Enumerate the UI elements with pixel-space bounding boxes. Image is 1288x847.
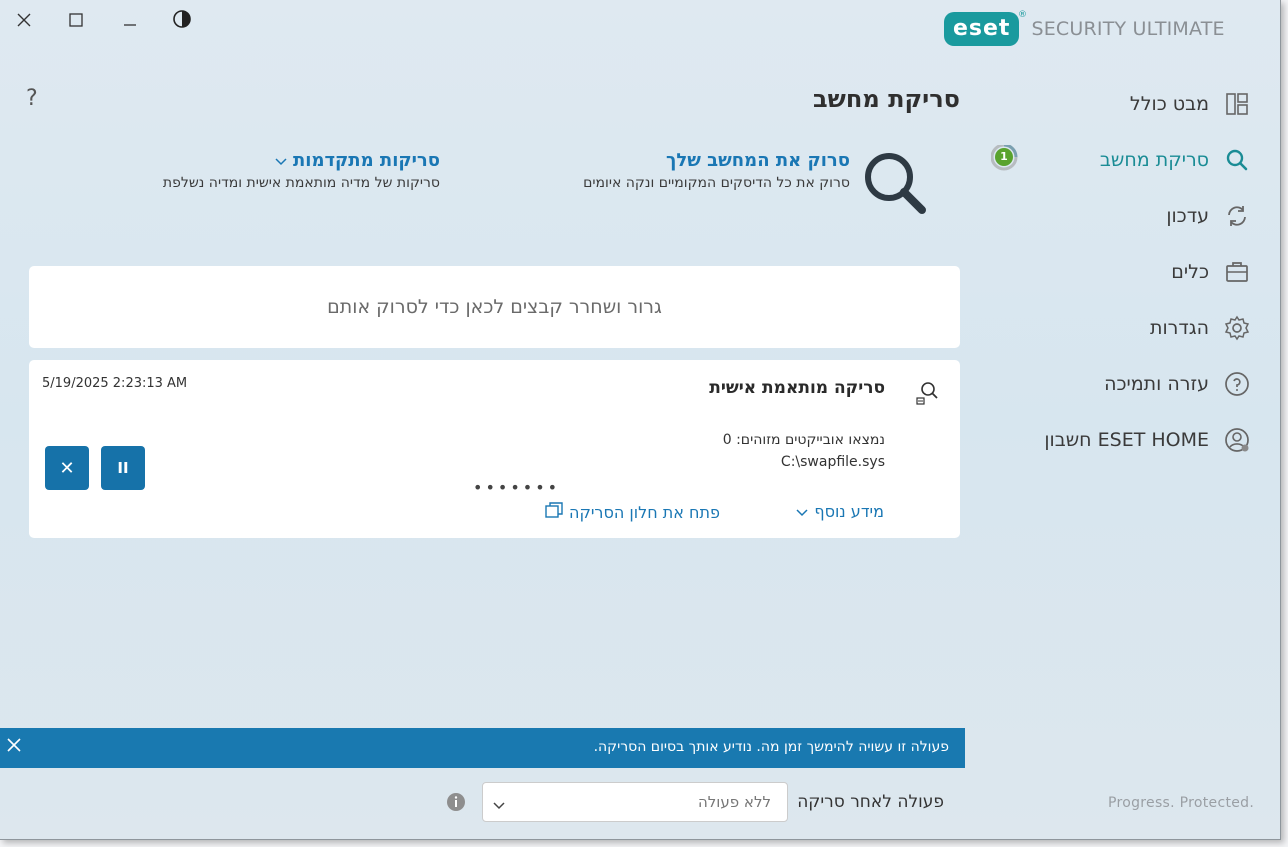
pause-icon: II — [117, 459, 129, 477]
sidebar-item-label: סריקת מחשב — [1099, 149, 1209, 171]
gear-icon — [1223, 314, 1251, 342]
sidebar-item-label: עזרה ותמיכה — [1104, 373, 1209, 395]
dashboard-icon — [1223, 90, 1251, 118]
sidebar-item-label: חשבון ESET HOME — [1044, 429, 1209, 451]
scan-timestamp: 5/19/2025 2:23:13 AM — [42, 376, 188, 391]
pause-scan-button[interactable]: II — [101, 446, 145, 490]
detected-objects: נמצאו אובייקטים מזוהים: 0 — [722, 432, 885, 448]
current-file-path: C:\swapfile.sys — [780, 454, 885, 470]
more-info-link[interactable]: מידע נוסף — [796, 502, 884, 521]
notification-bar: פעולה זו עשויה להימשך זמן מה. נודיע אותך… — [0, 728, 965, 768]
stop-scan-button[interactable]: ✕ — [45, 446, 89, 490]
product-name: SECURITY ULTIMATE — [1031, 18, 1225, 40]
sidebar-item-label: הגדרות — [1149, 317, 1209, 339]
info-icon[interactable] — [446, 792, 466, 816]
close-icon — [6, 738, 22, 757]
page-title: סריקת מחשב — [813, 85, 960, 113]
open-window-icon — [545, 502, 563, 522]
scan-magnifier-icon — [862, 150, 928, 220]
chevron-down-icon — [275, 150, 287, 171]
theme-toggle-button[interactable] — [169, 8, 195, 34]
file-dropzone[interactable]: גרור ושחרר קבצים לכאן כדי לסרוק אותם — [29, 266, 960, 348]
scan-count-badge: 1 — [995, 148, 1013, 166]
sidebar-item-label: מבט כולל — [1129, 93, 1209, 115]
sidebar-item-computer-scan[interactable]: 1 סריקת מחשב — [961, 140, 1251, 180]
sidebar-item-account[interactable]: חשבון ESET HOME — [961, 420, 1251, 460]
after-scan-value: ללא פעולה — [697, 793, 771, 811]
open-scan-window-link[interactable]: פתח את חלון הסריקה — [545, 502, 720, 522]
eset-logo: eset — [944, 12, 1020, 46]
close-notification-button[interactable] — [6, 737, 22, 757]
contrast-icon — [172, 9, 192, 33]
brand-logo: eset ® SECURITY ULTIMATE — [944, 10, 1225, 46]
chevron-down-icon — [796, 502, 808, 521]
sidebar-item-update[interactable]: עדכון — [961, 196, 1251, 236]
scan-card: סריקה מותאמת אישית 5/19/2025 2:23:13 AM … — [29, 360, 960, 538]
advanced-scans-subtitle: סריקות של מדיה מותאמת אישית ומדיה נשלפת — [162, 175, 440, 191]
close-icon — [17, 12, 31, 31]
scan-progress-badge: 1 — [991, 145, 1021, 175]
scan-computer-subtitle: סרוק את כל הדיסקים המקומיים ונקה איומים — [583, 175, 850, 191]
account-icon — [1223, 426, 1251, 454]
advanced-scans-link[interactable]: סריקות מתקדמות סריקות של מדיה מותאמת איש… — [90, 150, 440, 191]
close-icon: ✕ — [59, 457, 75, 479]
after-scan-label: פעולה לאחר סריקה — [797, 792, 944, 812]
sidebar-item-help[interactable]: עזרה ותמיכה — [961, 364, 1251, 404]
briefcase-icon — [1223, 258, 1251, 286]
help-icon — [1223, 370, 1251, 398]
refresh-icon — [1223, 202, 1251, 230]
scan-computer-link[interactable]: סרוק את המחשב שלך סרוק את כל הדיסקים המק… — [540, 150, 850, 191]
sidebar-item-settings[interactable]: הגדרות — [961, 308, 1251, 348]
notification-text: פעולה זו עשויה להימשך זמן מה. נודיע אותך… — [593, 739, 949, 755]
chevron-down-icon — [493, 795, 505, 814]
sidebar-item-tools[interactable]: כלים — [961, 252, 1251, 292]
app-window: eset ® SECURITY ULTIMATE מבט כולל 1 סריק… — [0, 0, 1281, 840]
after-scan-select[interactable]: ללא פעולה — [482, 782, 788, 822]
scan-computer-title[interactable]: סרוק את המחשב שלך — [540, 150, 850, 171]
sidebar-item-label: עדכון — [1166, 205, 1209, 227]
advanced-scans-title[interactable]: סריקות מתקדמות — [90, 150, 440, 171]
custom-scan-icon — [916, 380, 938, 410]
search-icon — [1223, 146, 1251, 174]
scan-progress-dots: ••••••• — [473, 478, 561, 497]
close-window-button[interactable] — [11, 8, 37, 34]
minimize-window-button[interactable] — [117, 8, 143, 34]
help-button[interactable]: ? — [26, 86, 38, 111]
tagline: Progress. Protected. — [1108, 795, 1255, 811]
minimize-icon — [123, 12, 137, 31]
scan-card-title: סריקה מותאמת אישית — [709, 378, 885, 398]
sidebar-item-label: כלים — [1171, 261, 1209, 283]
maximize-icon — [69, 12, 83, 31]
sidebar-item-overview[interactable]: מבט כולל — [961, 84, 1251, 124]
maximize-window-button[interactable] — [63, 8, 89, 34]
